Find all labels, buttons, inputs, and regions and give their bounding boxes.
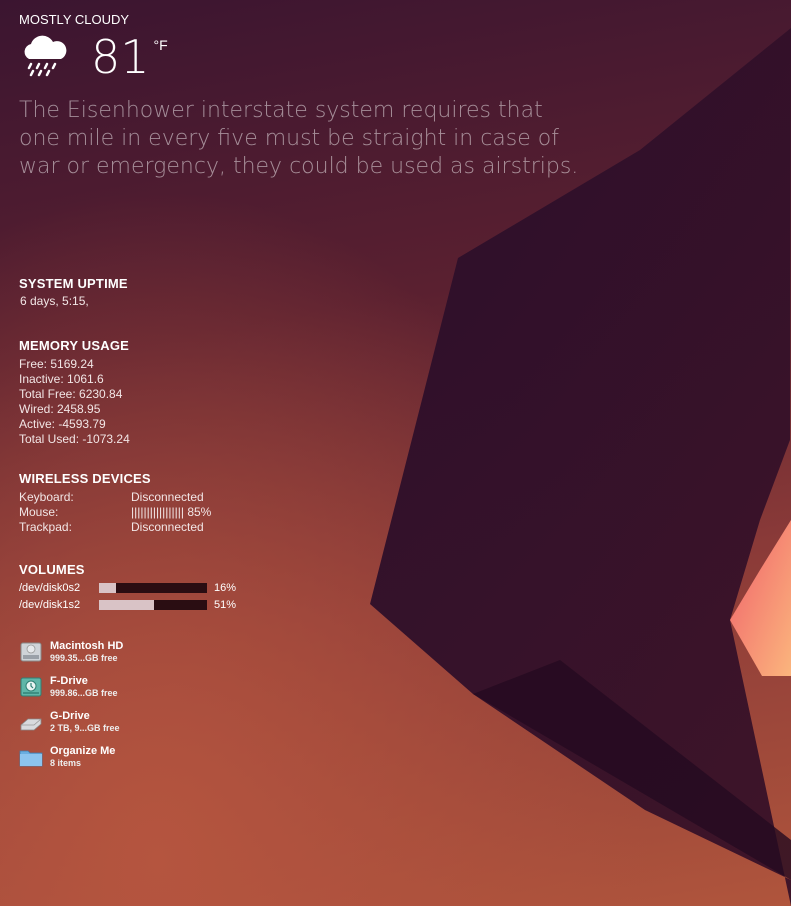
wireless-widget: WIRELESS DEVICES Keyboard: Disconnected … (19, 471, 211, 535)
device-status: ||||||||||||||||| 85% (131, 505, 212, 519)
folder-item-count: 8 items (50, 758, 82, 768)
uptime-widget: SYSTEM UPTIME 6 days, 5:15, (19, 276, 128, 309)
volume-row: /dev/disk1s2 51% (19, 596, 236, 613)
volume-percent: 51% (214, 598, 237, 611)
drive-free-space: 999.35...GB free (50, 653, 118, 663)
desktop-item-organize-me[interactable]: Organize Me 8 items (19, 745, 123, 769)
memory-row: Inactive: 1061.6 (19, 372, 104, 386)
memory-widget: MEMORY USAGE Free: 5169.24 Inactive: 106… (19, 338, 130, 447)
drive-name: F-Drive (50, 675, 88, 687)
volume-usage-bar (99, 599, 207, 610)
weather-condition: MOSTLY CLOUDY (19, 12, 130, 27)
time-machine-drive-icon (20, 677, 42, 697)
volume-percent: 16% (214, 581, 237, 594)
desktop-item-g-drive[interactable]: G-Drive 2 TB, 9...GB free (19, 710, 123, 734)
weather-widget: MOSTLY CLOUDY 81 °F The Eisenhower inter… (19, 12, 579, 181)
device-name: Mouse: (19, 505, 59, 519)
volume-usage-fill (99, 599, 155, 610)
wireless-row: Mouse: ||||||||||||||||| 85% (19, 505, 211, 520)
temperature-value: 81 (91, 30, 150, 84)
desktop-item-macintosh-hd[interactable]: Macintosh HD 999.35...GB free (19, 640, 123, 664)
external-drive-icon (20, 718, 42, 731)
drive-name: Macintosh HD (50, 640, 124, 652)
wireless-row: Keyboard: Disconnected (19, 490, 211, 505)
folder-name: Organize Me (50, 745, 116, 757)
hard-drive-icon (20, 642, 42, 662)
memory-row: Active: -4593.79 (19, 417, 106, 431)
temperature-unit: °F (153, 37, 168, 53)
drive-name: G-Drive (50, 710, 90, 722)
drive-free-space: 999.86...GB free (50, 688, 118, 698)
wireless-title: WIRELESS DEVICES (19, 471, 151, 486)
memory-row: Total Used: -1073.24 (19, 432, 130, 446)
device-status: Disconnected (131, 520, 204, 534)
uptime-value: 6 days, 5:15, (20, 294, 89, 308)
volume-name: /dev/disk0s2 (19, 581, 81, 594)
volume-name: /dev/disk1s2 (19, 598, 81, 611)
folder-icon (19, 750, 43, 767)
volume-usage-fill (99, 582, 117, 593)
memory-row: Free: 5169.24 (19, 357, 94, 371)
uptime-title: SYSTEM UPTIME (19, 276, 128, 291)
memory-row: Total Free: 6230.84 (19, 387, 123, 401)
volume-usage-bar (99, 582, 207, 593)
desktop-icons: Macintosh HD 999.35...GB free F-Drive 99… (19, 640, 123, 780)
drive-free-space: 2 TB, 9...GB free (50, 723, 120, 733)
volumes-title: VOLUMES (19, 562, 85, 577)
fact-quote: The Eisenhower interstate system require… (19, 98, 579, 179)
device-name: Keyboard: (19, 490, 74, 504)
rain-cloud-icon (24, 35, 67, 77)
desktop-item-f-drive[interactable]: F-Drive 999.86...GB free (19, 675, 123, 699)
wireless-row: Trackpad: Disconnected (19, 520, 211, 535)
memory-row: Wired: 2458.95 (19, 402, 101, 416)
memory-title: MEMORY USAGE (19, 338, 130, 353)
volume-row: /dev/disk0s2 16% (19, 579, 236, 596)
device-name: Trackpad: (19, 520, 72, 534)
device-status: Disconnected (131, 490, 204, 504)
volumes-widget: VOLUMES /dev/disk0s2 16% /dev/disk1s2 51… (19, 562, 236, 613)
